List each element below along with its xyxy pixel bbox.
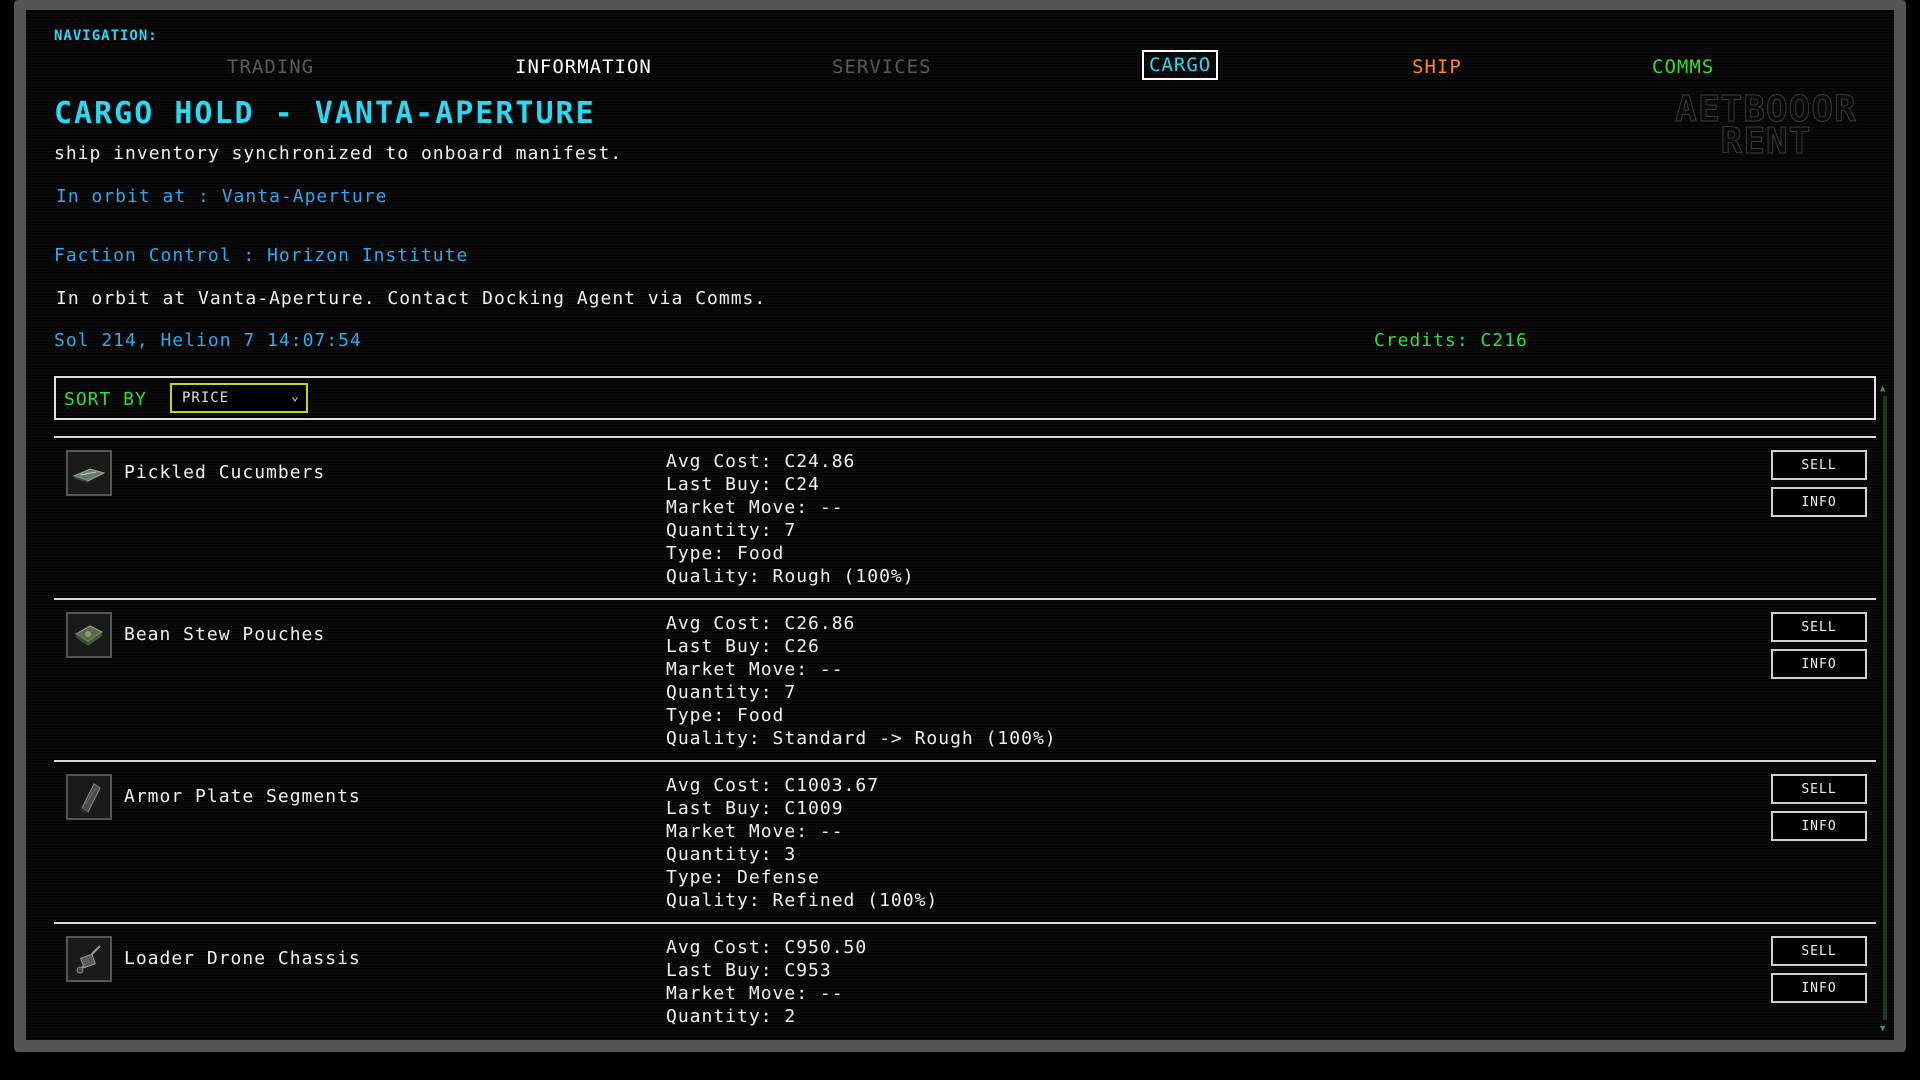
nav-tab-cargo[interactable]: CARGO: [1142, 50, 1219, 80]
terminal-screen: NAVIGATION: TRADING INFORMATION SERVICES…: [26, 10, 1894, 1040]
avg-cost: Avg Cost: C950.50: [666, 937, 868, 958]
cargo-row: Loader Drone Chassis Avg Cost: C950.50 L…: [54, 922, 1876, 1032]
logo-line-2: RENT: [1720, 121, 1812, 162]
last-buy: Last Buy: C26: [666, 636, 820, 657]
sort-label: SORT BY: [64, 389, 147, 410]
credits-balance: Credits: C216: [1374, 330, 1528, 351]
faction-control: Faction Control : Horizon Institute: [54, 245, 469, 266]
quantity: Quantity: 7: [666, 682, 797, 703]
cargo-row: Pickled Cucumbers Avg Cost: C24.86 Last …: [54, 436, 1876, 598]
info-button[interactable]: INFO: [1771, 649, 1867, 679]
game-time: Sol 214, Helion 7 14:07:54: [54, 330, 362, 351]
cargo-stats: Avg Cost: C26.86 Last Buy: C26 Market Mo…: [666, 612, 1057, 750]
last-buy: Last Buy: C953: [666, 960, 832, 981]
last-buy: Last Buy: C1009: [666, 798, 844, 819]
market-move: Market Move: --: [666, 659, 844, 680]
item-type: Type: Food: [666, 705, 785, 726]
sort-selected-value: PRICE: [182, 390, 230, 406]
nav-tab-trading[interactable]: TRADING: [221, 54, 320, 80]
nav-tab-comms[interactable]: COMMS: [1646, 54, 1720, 80]
terminal-frame: NAVIGATION: TRADING INFORMATION SERVICES…: [14, 0, 1906, 1052]
cargo-item-name: Pickled Cucumbers: [124, 462, 326, 483]
quantity: Quantity: 3: [666, 844, 797, 865]
avg-cost: Avg Cost: C24.86: [666, 451, 856, 472]
brand-logo: AETBOOOR RENT: [1646, 91, 1886, 162]
nav-label: NAVIGATION:: [54, 28, 158, 44]
page-subtitle: ship inventory synchronized to onboard m…: [54, 143, 623, 164]
status-message: In orbit at Vanta-Aperture. Contact Dock…: [56, 288, 767, 309]
sell-button[interactable]: SELL: [1771, 612, 1867, 642]
cargo-scrollbar[interactable]: ▲ ▼: [1880, 384, 1888, 1034]
avg-cost: Avg Cost: C1003.67: [666, 775, 880, 796]
cargo-list[interactable]: Pickled Cucumbers Avg Cost: C24.86 Last …: [54, 436, 1876, 1032]
scroll-down-icon[interactable]: ▼: [1880, 1024, 1885, 1034]
cargo-stats: Avg Cost: C1003.67 Last Buy: C1009 Marke…: [666, 774, 938, 912]
info-button[interactable]: INFO: [1771, 973, 1867, 1003]
sort-select[interactable]: PRICE ⌄: [170, 383, 308, 413]
sell-button[interactable]: SELL: [1771, 936, 1867, 966]
item-quality: Quality: Standard -> Rough (100%): [666, 728, 1057, 749]
nav-tab-services[interactable]: SERVICES: [826, 54, 938, 80]
pickled-cucumbers-icon: [66, 450, 112, 496]
sell-button[interactable]: SELL: [1771, 450, 1867, 480]
loader-drone-chassis-icon: [66, 936, 112, 982]
item-quality: Quality: Rough (100%): [666, 566, 915, 587]
scroll-track[interactable]: [1883, 396, 1887, 1020]
nav-tab-information[interactable]: INFORMATION: [509, 54, 658, 80]
cargo-item-name: Loader Drone Chassis: [124, 948, 361, 969]
cargo-item-name: Armor Plate Segments: [124, 786, 361, 807]
bean-stew-pouches-icon: [66, 612, 112, 658]
page-title: CARGO HOLD - VANTA-APERTURE: [54, 96, 596, 131]
scroll-up-icon[interactable]: ▲: [1880, 384, 1885, 394]
info-button[interactable]: INFO: [1771, 811, 1867, 841]
cargo-item-name: Bean Stew Pouches: [124, 624, 326, 645]
avg-cost: Avg Cost: C26.86: [666, 613, 856, 634]
market-move: Market Move: --: [666, 821, 844, 842]
quantity: Quantity: 2: [666, 1006, 797, 1027]
item-type: Type: Defense: [666, 867, 820, 888]
orbit-location: In orbit at : Vanta-Aperture: [56, 186, 388, 207]
item-quality: Quality: Refined (100%): [666, 890, 939, 911]
chevron-down-icon: ⌄: [291, 389, 300, 404]
market-move: Market Move: --: [666, 983, 844, 1004]
armor-plate-segments-icon: [66, 774, 112, 820]
info-button[interactable]: INFO: [1771, 487, 1867, 517]
market-move: Market Move: --: [666, 497, 844, 518]
last-buy: Last Buy: C24: [666, 474, 820, 495]
cargo-row: Armor Plate Segments Avg Cost: C1003.67 …: [54, 760, 1876, 922]
item-type: Type: Food: [666, 543, 785, 564]
cargo-stats: Avg Cost: C24.86 Last Buy: C24 Market Mo…: [666, 450, 915, 588]
sell-button[interactable]: SELL: [1771, 774, 1867, 804]
cargo-row: Bean Stew Pouches Avg Cost: C26.86 Last …: [54, 598, 1876, 760]
cargo-stats: Avg Cost: C950.50 Last Buy: C953 Market …: [666, 936, 867, 1028]
nav-tab-ship[interactable]: SHIP: [1406, 54, 1468, 80]
quantity: Quantity: 7: [666, 520, 797, 541]
sort-bar: SORT BY PRICE ⌄: [54, 376, 1876, 420]
